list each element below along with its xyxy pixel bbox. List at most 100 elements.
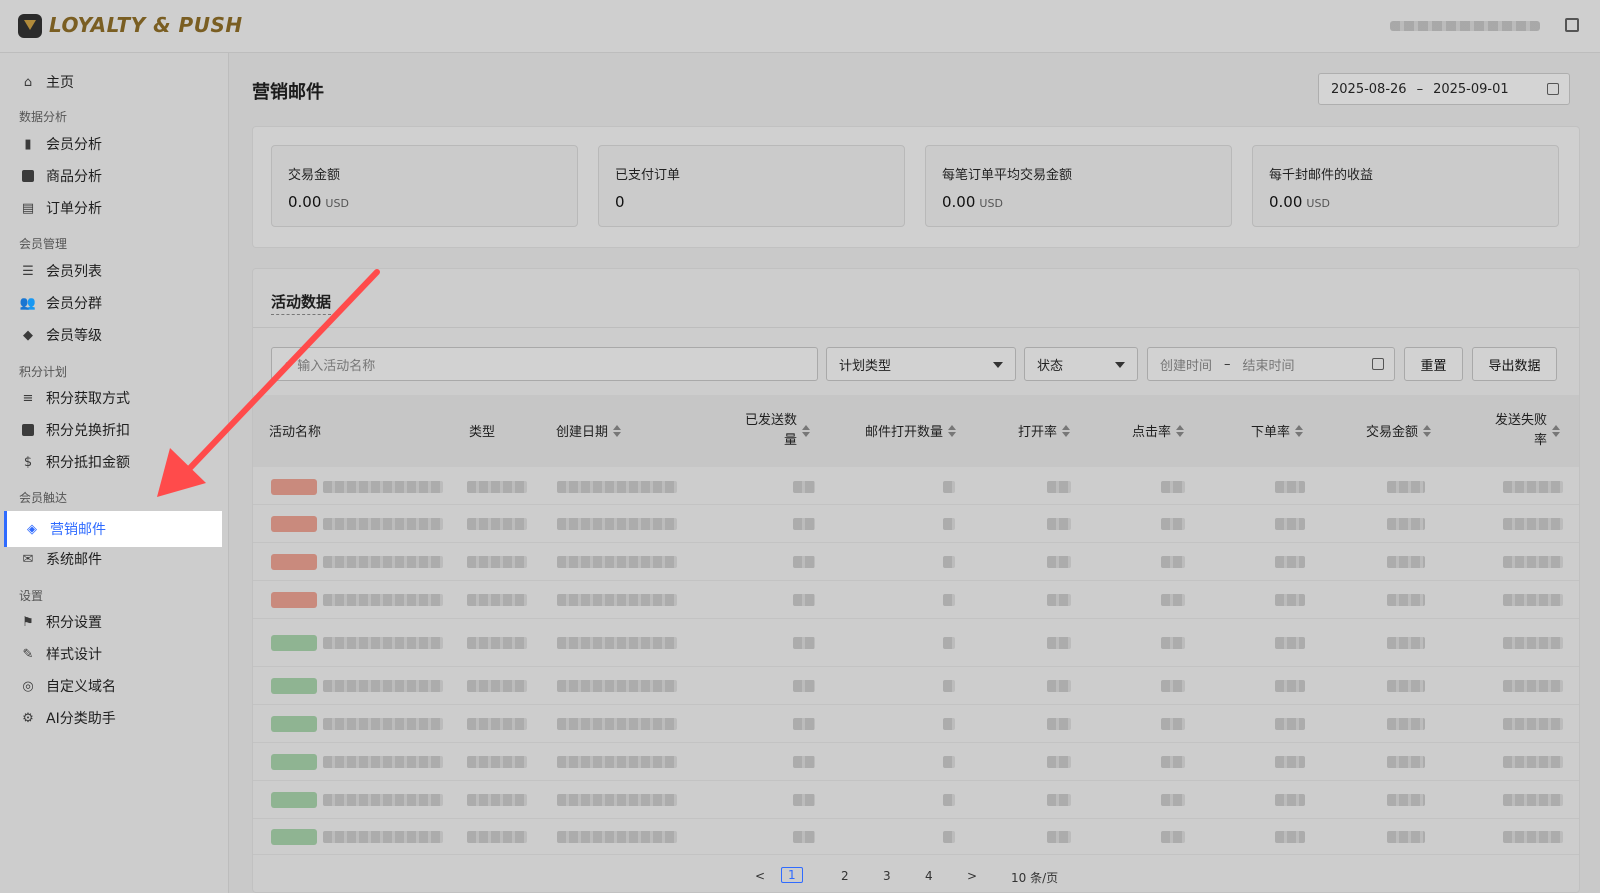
blurred-cell — [943, 718, 955, 730]
sidebar-item-member-segments[interactable]: 👥 会员分群 — [0, 287, 229, 319]
sidebar-item-points-redeem[interactable]: 积分兑换折扣 — [0, 414, 229, 446]
table-row[interactable] — [253, 819, 1579, 855]
account-info-blurred[interactable] — [1390, 21, 1540, 31]
status-select[interactable]: 状态 — [1024, 347, 1138, 381]
sort-icon[interactable] — [1062, 424, 1071, 437]
blurred-cell — [1503, 831, 1563, 843]
column-created-date[interactable]: 创建日期 — [556, 421, 622, 440]
activity-search-input[interactable]: ⌕ 输入活动名称 — [271, 347, 818, 381]
sidebar-item-points-deduct[interactable]: $ 积分抵扣金额 — [0, 446, 229, 478]
table-row[interactable] — [253, 743, 1579, 781]
blurred-cell — [323, 756, 443, 768]
blurred-cell — [1387, 831, 1425, 843]
column-send-failure-rate[interactable]: 发送失败率 — [1491, 411, 1565, 451]
activity-data-card: 活动数据 ⌕ 输入活动名称 计划类型 状态 创建时间 – 结束时间 重置 导出数… — [252, 268, 1580, 893]
blurred-cell — [557, 680, 677, 692]
blurred-cell — [1387, 481, 1425, 493]
blurred-cell — [323, 831, 443, 843]
sidebar-item-ai-assistant[interactable]: ⚙ AI分类助手 — [0, 702, 229, 734]
table-row[interactable] — [253, 543, 1579, 581]
sort-icon[interactable] — [1295, 424, 1304, 437]
status-tag-blurred — [271, 716, 317, 732]
sidebar-item-product-analysis[interactable]: 商品分析 — [0, 160, 229, 192]
page-size-select[interactable]: 10 条/页 — [1011, 869, 1058, 886]
column-open-rate[interactable]: 打开率 — [1018, 421, 1071, 440]
sort-icon[interactable] — [948, 424, 957, 437]
blurred-cell — [1047, 481, 1071, 493]
reset-button[interactable]: 重置 — [1404, 347, 1463, 381]
sidebar-item-marketing-email[interactable]: ◈ 营销邮件 — [4, 511, 222, 547]
store-icon[interactable] — [1565, 18, 1579, 32]
sidebar-item-style-design[interactable]: ✎ 样式设计 — [0, 638, 229, 670]
create-time-start[interactable]: 创建时间 — [1160, 355, 1212, 374]
blurred-cell — [793, 481, 815, 493]
chevron-down-icon — [993, 362, 1003, 368]
page-4-button[interactable]: 4 — [925, 869, 933, 883]
table-row[interactable] — [253, 781, 1579, 819]
table-row[interactable] — [253, 667, 1579, 705]
created-time-range-picker[interactable]: 创建时间 – 结束时间 — [1147, 347, 1395, 381]
stat-card-paid-orders: 已支付订单 0 — [598, 145, 905, 227]
page-1-button[interactable]: 1 — [781, 867, 803, 883]
flag-icon: ⚑ — [22, 614, 34, 630]
status-tag-blurred — [271, 754, 317, 770]
column-sent-count[interactable]: 已发送数量 — [739, 411, 821, 451]
date-range-picker[interactable]: 2025-08-26 – 2025-09-01 — [1318, 73, 1570, 105]
create-time-end[interactable]: 结束时间 — [1243, 355, 1295, 374]
search-icon: ⌕ — [284, 356, 292, 372]
sidebar-item-member-list[interactable]: ☰ 会员列表 — [0, 255, 229, 287]
sort-icon[interactable] — [802, 425, 810, 437]
sidebar-item-home[interactable]: ⌂ 主页 — [0, 66, 229, 98]
blurred-cell — [943, 594, 955, 606]
table-row[interactable] — [253, 619, 1579, 667]
blurred-cell — [467, 637, 527, 649]
column-order-rate[interactable]: 下单率 — [1251, 421, 1304, 440]
table-row[interactable] — [253, 505, 1579, 543]
sidebar-item-points-settings[interactable]: ⚑ 积分设置 — [0, 606, 229, 638]
sidebar-item-member-analysis[interactable]: ▮ 会员分析 — [0, 128, 229, 160]
calendar-icon[interactable] — [1372, 358, 1384, 370]
sidebar-item-system-email[interactable]: ✉ 系统邮件 — [0, 543, 229, 575]
blurred-cell — [793, 794, 815, 806]
blurred-cell — [1047, 680, 1071, 692]
blurred-cell — [323, 637, 443, 649]
calendar-icon[interactable] — [1547, 83, 1559, 95]
plan-type-select[interactable]: 计划类型 — [826, 347, 1016, 381]
sort-icon[interactable] — [613, 424, 622, 437]
page-2-button[interactable]: 2 — [841, 869, 849, 883]
sort-icon[interactable] — [1176, 424, 1185, 437]
blurred-cell — [793, 680, 815, 692]
sidebar-item-custom-domain[interactable]: ◎ 自定义域名 — [0, 670, 229, 702]
date-end[interactable]: 2025-09-01 — [1433, 82, 1509, 97]
blurred-cell — [943, 518, 955, 530]
next-page-button[interactable]: > — [967, 869, 977, 883]
date-start[interactable]: 2025-08-26 — [1331, 82, 1407, 97]
table-row[interactable] — [253, 469, 1579, 505]
page-3-button[interactable]: 3 — [883, 869, 891, 883]
tag-icon: ◈ — [27, 521, 37, 537]
export-data-button[interactable]: 导出数据 — [1472, 347, 1557, 381]
sort-icon[interactable] — [1423, 424, 1432, 437]
column-transaction-amount[interactable]: 交易金额 — [1366, 421, 1432, 440]
sidebar-item-order-analysis[interactable]: ▤ 订单分析 — [0, 192, 229, 224]
sidebar-item-points-earn[interactable]: ≡ 积分获取方式 — [0, 382, 229, 414]
blurred-cell — [1275, 831, 1305, 843]
column-email-open-count[interactable]: 邮件打开数量 — [865, 421, 957, 440]
blurred-cell — [1503, 594, 1563, 606]
blurred-cell — [1047, 518, 1071, 530]
column-click-rate[interactable]: 点击率 — [1132, 421, 1185, 440]
table-row[interactable] — [253, 705, 1579, 743]
table-row[interactable] — [253, 581, 1579, 619]
blurred-cell — [1275, 794, 1305, 806]
chevron-down-icon — [1115, 362, 1125, 368]
document-icon: ▤ — [21, 200, 35, 216]
status-tag-blurred — [271, 479, 317, 495]
blurred-cell — [1275, 756, 1305, 768]
blurred-cell — [793, 718, 815, 730]
sort-icon[interactable] — [1552, 425, 1560, 437]
blurred-cell — [557, 756, 677, 768]
sidebar-group-reach: 会员触达 — [19, 491, 68, 505]
sidebar-item-member-levels[interactable]: ◆ 会员等级 — [0, 319, 229, 351]
prev-page-button[interactable]: < — [755, 869, 765, 883]
blurred-cell — [1387, 680, 1425, 692]
